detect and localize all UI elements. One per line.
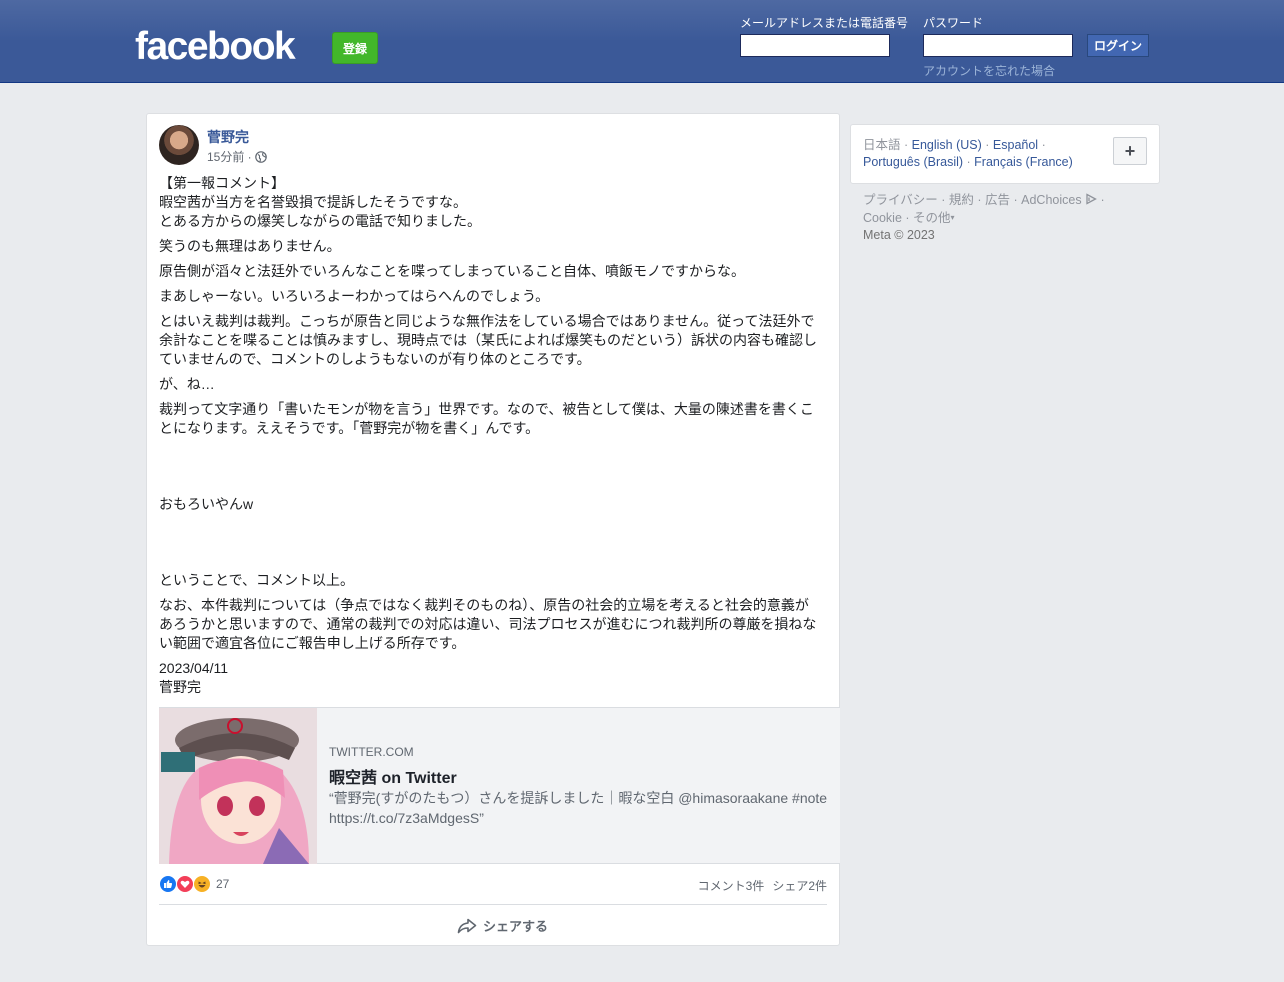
divider [159, 904, 827, 905]
language-link-english[interactable]: English (US) [912, 138, 982, 152]
post-paragraph: が、ね… [159, 376, 215, 392]
login-button[interactable]: ログイン [1087, 34, 1149, 57]
current-language: 日本語 [863, 138, 901, 152]
post-card: 菅野完 15分前 · 【第一報コメント】 暇空茜が当方を名誉毀損で提訴したそうで… [146, 113, 840, 946]
post-paragraph: 笑うのも無理はありません。 [159, 238, 341, 254]
post-signature: 菅野完 [159, 679, 201, 695]
forgot-account-link[interactable]: アカウントを忘れた場合 [923, 62, 1055, 79]
signup-button[interactable]: 登録 [332, 32, 378, 64]
share-button[interactable]: シェアする [457, 916, 548, 935]
post-paragraph: 原告側が滔々と法廷外でいろんなことを喋ってしまっていること自体、噴飯モノですから… [159, 263, 746, 279]
password-label: パスワード [923, 16, 984, 30]
post-paragraph: なお、本件裁判については（争点ではなく裁判そのものね）、原告の社会的立場を考える… [159, 597, 817, 651]
like-icon [159, 875, 177, 893]
haha-icon [193, 875, 211, 893]
preview-image[interactable] [159, 708, 317, 864]
language-link-spanish[interactable]: Español [993, 138, 1038, 152]
globe-icon [254, 150, 267, 163]
top-bar: facebook 登録 メールアドレスまたは電話番号 パスワード ログイン アカ… [0, 0, 1284, 83]
footer-link-terms[interactable]: 規約 [949, 193, 974, 207]
email-field[interactable] [740, 34, 890, 57]
post-paragraph: 【第一報コメント】 [159, 175, 285, 191]
password-field[interactable] [923, 34, 1073, 57]
share-icon [457, 918, 477, 933]
post-timestamp[interactable]: 15分前 · [207, 148, 252, 165]
footer-link-privacy[interactable]: プライバシー [863, 193, 938, 207]
post-paragraph: とはいえ裁判は裁判。こっちが原告と同じような無作法をしている場合ではありません。… [159, 313, 817, 367]
post-date: 2023/04/11 [159, 660, 229, 676]
facebook-logo[interactable]: facebook [135, 24, 296, 70]
post-paragraph: とある方からの爆笑しながらの電話で知りました。 [159, 213, 481, 229]
preview-domain: TWITTER.COM [329, 745, 414, 759]
comments-count[interactable]: コメント3件 [698, 877, 765, 894]
copyright: Meta © 2023 [863, 228, 935, 242]
post-paragraph: まあしゃーない。いろいろよーわかってはらへんのでしょう。 [159, 288, 550, 304]
footer-link-ads[interactable]: 広告 [985, 193, 1010, 207]
footer-link-cookie[interactable]: Cookie [863, 211, 902, 225]
reactions-summary[interactable]: 27 [159, 874, 229, 894]
reaction-count[interactable]: 27 [216, 877, 229, 891]
footer-link-adchoices[interactable]: AdChoices [1021, 193, 1097, 207]
preview-description: “菅野完(すがのたもつ）さんを提訴しました｜暇な空白 @himasoraakan… [329, 790, 828, 826]
language-box: 日本語 · English (US) · Español · Português… [850, 124, 1160, 184]
avatar[interactable] [159, 125, 199, 165]
more-label: その他 [913, 211, 951, 225]
love-icon [176, 875, 194, 893]
post-author[interactable]: 菅野完 [207, 127, 249, 147]
adchoices-icon [1086, 193, 1097, 205]
preview-title[interactable]: 暇空茜 on Twitter [329, 764, 457, 788]
link-preview[interactable]: TWITTER.COM 暇空茜 on Twitter “菅野完(すがのたもつ）さ… [159, 707, 840, 864]
post-paragraph: ということで、コメント以上。 [159, 572, 355, 588]
post-paragraph: 裁判って文字通り「書いたモンが物を言う」世界です。なので、被告として僕は、大量の… [159, 401, 814, 436]
footer-link-more[interactable]: その他▾ [913, 211, 955, 225]
post-paragraph: 暇空茜が当方を名誉毀損で提訴したそうですな。 [159, 194, 467, 210]
post-meta: 15分前 · [207, 148, 267, 165]
caret-down-icon: ▾ [950, 213, 955, 222]
footer-links: プライバシー · 規約 · 広告 · AdChoices · Cookie · … [863, 193, 1105, 242]
language-list: 日本語 · English (US) · Español · Português… [863, 138, 1073, 169]
plus-icon: + [1124, 140, 1136, 161]
post-body: 【第一報コメント】 暇空茜が当方を名誉毀損で提訴したそうですな。 とある方からの… [159, 174, 821, 697]
share-label: シェアする [483, 919, 549, 934]
shares-count[interactable]: シェア2件 [772, 877, 827, 894]
adchoices-label: AdChoices [1021, 193, 1082, 207]
post-paragraph: おもろいやんw [159, 496, 254, 512]
more-languages-button[interactable]: + [1113, 137, 1147, 165]
email-label: メールアドレスまたは電話番号 [740, 16, 909, 30]
language-link-french[interactable]: Français (France) [974, 155, 1073, 169]
language-link-portuguese[interactable]: Português (Brasil) [863, 155, 963, 169]
engagement-counts: コメント3件 シェア2件 [698, 877, 827, 894]
